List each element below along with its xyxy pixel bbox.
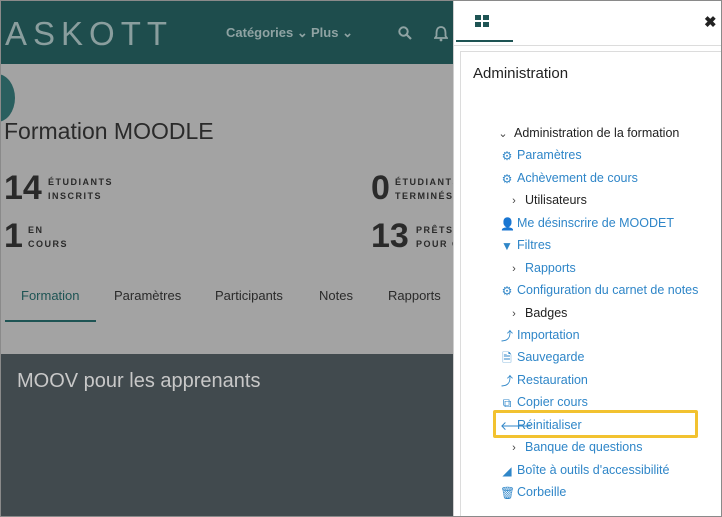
bell-icon[interactable] [433,26,449,46]
highlight-box [493,410,698,438]
close-icon[interactable]: ✖ [704,15,717,30]
drawer-header: ✖ [454,1,721,46]
admin-item-filtres[interactable]: ▼ Filtres [500,237,551,254]
admin-item-sauvegarde[interactable]: 🗎 Sauvegarde [500,349,584,366]
admin-item-label: Copier cours [517,395,588,409]
admin-item-rapports[interactable]: › Rapports [509,260,576,277]
blocks-tab-button[interactable] [456,1,513,42]
admin-item-label: Boîte à outils d'accessibilité [517,463,670,477]
site-logo[interactable]: ASKOTT [5,15,173,53]
admin-item-label: Restauration [517,373,588,387]
admin-item-label: Configuration du carnet de notes [517,283,699,297]
restore-icon: ⤴ [500,373,513,388]
tab-participants[interactable]: Participants [215,288,283,303]
screenshot-frame: ASKOTT Catégories ⌄ Plus ⌄ Formation MOO… [0,0,722,517]
chevron-right-icon: › [512,195,516,207]
search-icon[interactable] [398,26,412,44]
admin-item-me-d-sinscrire-de-moodet[interactable]: 👤 Me désinscrire de MOODET [500,215,674,232]
filter-icon: ▼ [501,238,513,253]
chevron-down-icon: ⌄ [498,128,508,140]
tab-formation[interactable]: Formation [21,288,80,303]
admin-item-label: Importation [517,328,580,342]
nav-plus[interactable]: Plus ⌄ [311,25,353,41]
user-icon: 👤 [500,216,515,231]
nav-categories[interactable]: Catégories ⌄ [226,25,308,41]
active-tab-indicator [5,320,96,322]
admin-item-label: Banque de questions [525,440,643,454]
admin-item-label: Achèvement de cours [517,171,638,185]
area-chart-icon: ◢ [502,463,512,478]
course-tabs: Formation Paramètres Participants Notes … [1,284,453,324]
chevron-down-icon: ⌄ [296,25,308,40]
gear-icon: ⚙ [501,283,513,298]
course-title: Formation MOODLE [4,118,214,144]
tab-parametres[interactable]: Paramètres [114,288,181,303]
gear-icon: ⚙ [501,171,513,186]
admin-item-bo-te-outils-d-accessibilit[interactable]: ◢ Boîte à outils d'accessibilité [500,462,669,479]
tab-rapports[interactable]: Rapports [388,288,441,303]
chevron-right-icon: › [512,308,516,320]
grid-icon [475,15,489,27]
admin-item-label: Me désinscrire de MOODET [517,216,674,230]
chevron-down-icon: ⌄ [342,25,353,40]
chevron-right-icon: › [512,442,516,454]
admin-item-label: Sauvegarde [517,350,585,364]
import-icon: ⤴ [500,328,513,343]
trash-icon: 🗑 [500,485,516,500]
admin-item-badges[interactable]: › Badges [509,305,567,322]
admin-item-utilisateurs[interactable]: › Utilisateurs [509,192,587,209]
block-title: Administration [473,65,569,82]
admin-item-importation[interactable]: ⤴ Importation [500,327,580,344]
admin-item-configuration-du-carnet-de-notes[interactable]: ⚙ Configuration du carnet de notes [500,282,699,299]
chevron-right-icon: › [512,263,516,275]
admin-item-label: Rapports [525,261,576,275]
admin-item-label: Paramètres [517,148,582,162]
admin-item-label: Administration de la formation [514,126,680,140]
admin-item-restauration[interactable]: ⤴ Restauration [500,372,588,389]
admin-item-copier-cours[interactable]: ⧉ Copier cours [500,394,588,411]
admin-item-corbeille[interactable]: 🗑 Corbeille [500,484,566,501]
file-archive-icon: 🗎 [502,350,512,365]
section-title: MOOV pour les apprenants [17,370,261,392]
admin-item-banque-de-questions[interactable]: › Banque de questions [509,439,642,456]
admin-item-label: Utilisateurs [525,193,587,207]
admin-item-administration-de-la-formation[interactable]: ⌄ Administration de la formation [498,125,679,142]
admin-item-param-tres[interactable]: ⚙ Paramètres [500,147,582,164]
copy-icon: ⧉ [502,395,512,410]
gear-icon: ⚙ [501,148,513,163]
admin-item-label: Corbeille [517,485,567,499]
tab-notes[interactable]: Notes [319,288,353,303]
admin-item-ach-vement-de-cours[interactable]: ⚙ Achèvement de cours [500,170,638,187]
admin-item-label: Filtres [517,238,552,252]
admin-item-label: Badges [525,306,568,320]
